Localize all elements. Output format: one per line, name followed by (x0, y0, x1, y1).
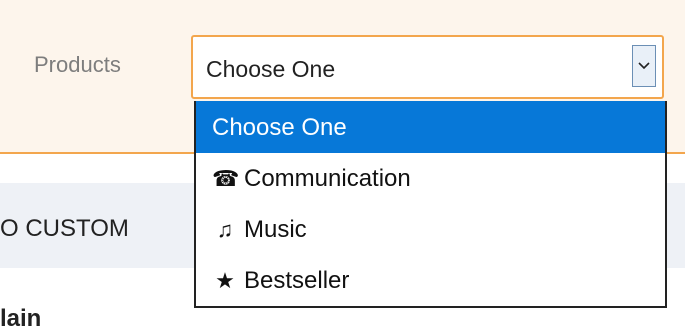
option-label: Bestseller (244, 267, 350, 294)
option-bestseller[interactable]: ★ Bestseller (196, 255, 665, 306)
body-text: lain (0, 305, 42, 332)
option-label: Music (244, 216, 307, 243)
products-select-value: Choose One (206, 56, 336, 82)
option-music[interactable]: ♫ Music (196, 204, 665, 255)
option-communication[interactable]: ☎ Communication (196, 153, 665, 204)
products-select[interactable]: Choose One (191, 35, 664, 99)
section-heading: O CUSTOM (0, 215, 129, 242)
option-choose-one[interactable]: Choose One (196, 101, 665, 153)
telephone-icon: ☎ (212, 166, 240, 191)
star-icon: ★ (215, 268, 235, 293)
music-note-icon: ♫ (216, 217, 234, 242)
products-label: Products (34, 52, 121, 77)
chevron-down-icon[interactable] (632, 45, 656, 87)
products-dropdown-list: Choose One ☎ Communication ♫ Music ★ Bes… (194, 101, 667, 308)
option-label: Communication (244, 165, 411, 192)
option-label: Choose One (212, 113, 347, 141)
